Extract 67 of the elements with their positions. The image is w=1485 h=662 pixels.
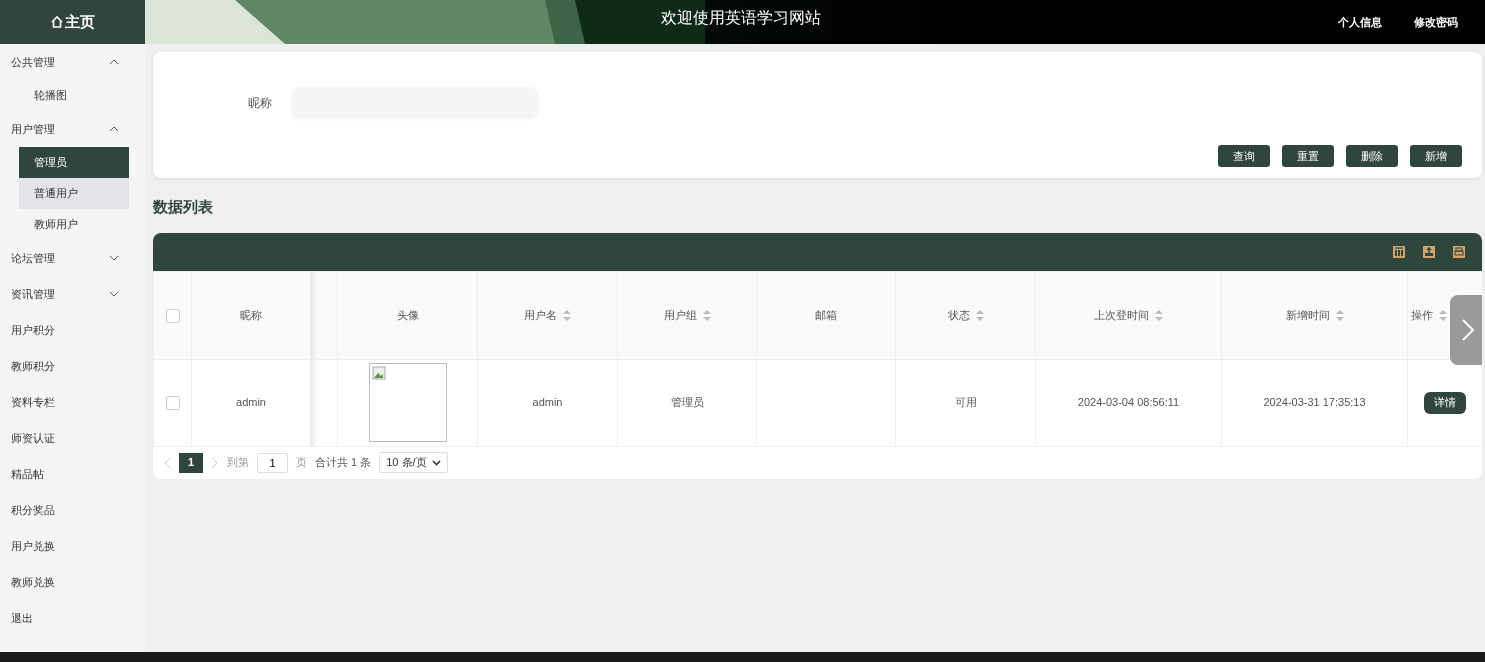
details-button[interactable]: 详情 — [1424, 391, 1466, 414]
action-button[interactable]: 新增 — [1410, 145, 1462, 167]
sort-icon[interactable] — [1155, 309, 1163, 321]
table-cell: 可用 — [954, 396, 977, 409]
menu-item[interactable]: 师资认证 — [0, 420, 145, 456]
column-header: 上次登时间 — [1094, 307, 1149, 323]
action-button[interactable]: 重置 — [1282, 145, 1334, 167]
submenu-item[interactable]: 教师用户 — [19, 209, 129, 240]
page-input-field[interactable]: 1 — [257, 452, 288, 473]
sort-icon[interactable] — [1438, 309, 1447, 321]
column-header: 头像 — [396, 307, 419, 323]
menu-item[interactable]: 精品帖 — [0, 456, 145, 492]
sort-icon[interactable] — [563, 309, 571, 321]
column-header: 邮箱 — [815, 307, 837, 323]
menu-item[interactable]: 教师兑换 — [0, 564, 145, 600]
next-page-icon[interactable] — [211, 456, 219, 469]
field-label: 昵称 — [248, 95, 272, 112]
menu-item[interactable]: 教师积分 — [0, 348, 145, 384]
table-cell: admin — [236, 396, 266, 409]
submenu-item[interactable]: 普通用户 — [19, 178, 129, 209]
column-header: 用户名 — [524, 307, 557, 323]
goto-label: 到第 — [227, 455, 249, 471]
column-header: 操作 — [1410, 307, 1433, 323]
select-all-checkbox[interactable] — [165, 308, 180, 323]
header-link[interactable]: 修改密码 — [1414, 13, 1458, 31]
header-link[interactable]: 个人信息 — [1338, 13, 1382, 31]
page-unit-label: 页 — [296, 455, 307, 471]
table-cell: 2024-03-04 08:56:11 — [1077, 396, 1180, 409]
previous-page-icon[interactable] — [163, 456, 171, 469]
sort-icon[interactable] — [702, 309, 711, 321]
section-title: 数据列表 — [153, 197, 214, 217]
caret-icon — [431, 459, 441, 466]
page-button[interactable]: 1 — [179, 452, 203, 473]
column-header: 用户组 — [663, 307, 697, 323]
table-cell: 管理员 — [670, 396, 704, 409]
export-icon[interactable] — [1422, 244, 1436, 259]
print-icon[interactable] — [1452, 244, 1466, 259]
menu-group[interactable]: 公共管理 — [0, 44, 145, 80]
chevron-right-icon — [1460, 317, 1475, 342]
menu-item[interactable]: 资讯管理 — [0, 276, 145, 312]
column-header: 状态 — [947, 307, 970, 323]
broken-image-icon — [371, 366, 386, 380]
sort-icon[interactable] — [1335, 309, 1344, 321]
column-header: 昵称 — [240, 307, 262, 323]
home-link[interactable]: 主页 — [0, 0, 145, 44]
menu-item[interactable]: 用户积分 — [0, 312, 145, 348]
column-header: 新增时间 — [1285, 307, 1330, 323]
site-title: 欢迎使用英语学习网站 — [661, 8, 821, 28]
home-icon — [50, 15, 64, 29]
total-count: 合计共 1 条 — [315, 455, 372, 471]
sort-icon[interactable] — [975, 309, 984, 321]
menu-item[interactable]: 积分奖品 — [0, 492, 145, 528]
submenu-item[interactable]: 轮播图 — [19, 80, 129, 111]
submenu-item[interactable]: 管理员 — [19, 147, 129, 178]
action-button[interactable]: 删除 — [1346, 145, 1398, 167]
table-cell: admin — [532, 396, 563, 409]
page-size-select[interactable]: 10 条/页 — [379, 452, 448, 473]
columns-icon[interactable] — [1392, 244, 1406, 259]
checkbox[interactable] — [165, 396, 180, 411]
menu-item[interactable]: 用户兑换 — [0, 528, 145, 564]
action-button[interactable]: 查询 — [1218, 145, 1270, 167]
scroll-right-button[interactable] — [1450, 294, 1482, 365]
menu-item[interactable]: 资料专栏 — [0, 384, 145, 420]
menu-item[interactable]: 退出 — [0, 600, 145, 636]
menu-group[interactable]: 用户管理 — [0, 111, 145, 147]
menu-item[interactable]: 论坛管理 — [0, 240, 145, 276]
table-cell: 2024-03-31 17:35:13 — [1263, 396, 1366, 409]
